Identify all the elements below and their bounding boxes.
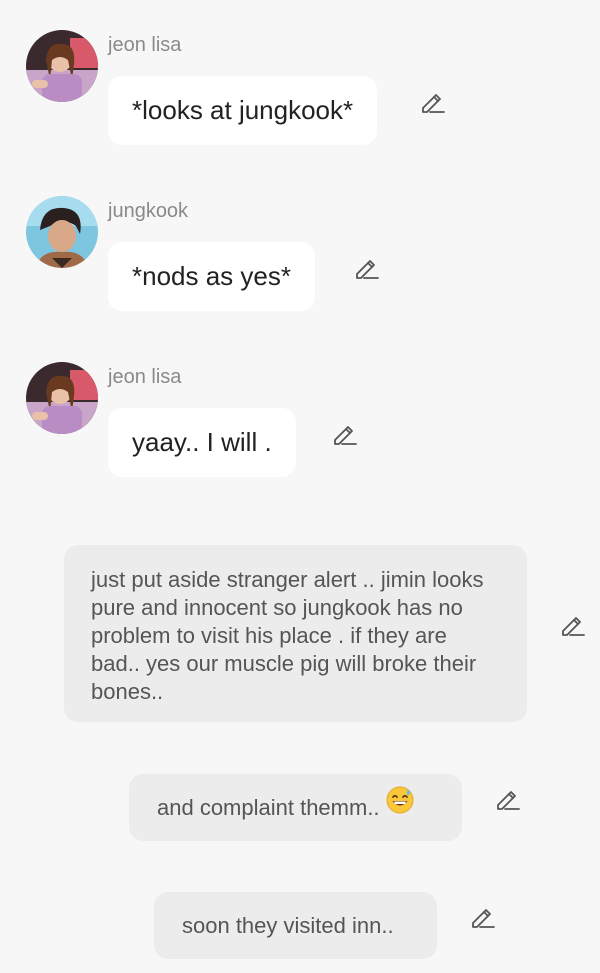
pencil-edit-icon[interactable] — [354, 255, 380, 281]
pencil-edit-icon[interactable] — [420, 89, 446, 115]
grinning-face-with-sweat-emoji — [386, 773, 414, 840]
message-bubble[interactable]: *nods as yes* — [108, 242, 315, 311]
pencil-edit-icon[interactable] — [560, 612, 586, 638]
narration-bubble[interactable]: and complaint themm.. — [129, 774, 462, 841]
narration-text: soon they visited inn.. — [182, 913, 394, 938]
pencil-edit-icon[interactable] — [470, 904, 496, 930]
narration-text: just put aside stranger alert .. jimin l… — [91, 567, 484, 704]
lisa-avatar[interactable] — [26, 30, 98, 102]
sender-name: jeon lisa — [108, 34, 182, 56]
message-text: *looks at jungkook* — [132, 95, 354, 125]
message-bubble[interactable]: yaay.. I will . — [108, 408, 296, 477]
message-bubble[interactable]: *looks at jungkook* — [108, 76, 378, 145]
narration-bubble[interactable]: soon they visited inn.. — [154, 892, 437, 959]
jungkook-avatar[interactable] — [26, 196, 98, 268]
sender-name: jungkook — [108, 200, 189, 222]
pencil-edit-icon[interactable] — [332, 421, 358, 447]
pencil-edit-icon[interactable] — [495, 786, 521, 812]
narration-bubble[interactable]: just put aside stranger alert .. jimin l… — [64, 545, 527, 722]
message-text: yaay.. I will . — [132, 427, 272, 457]
sender-name: jeon lisa — [108, 366, 182, 388]
message-text: *nods as yes* — [132, 261, 291, 291]
narration-text: and complaint themm.. — [157, 795, 380, 820]
lisa-avatar[interactable] — [26, 362, 98, 434]
